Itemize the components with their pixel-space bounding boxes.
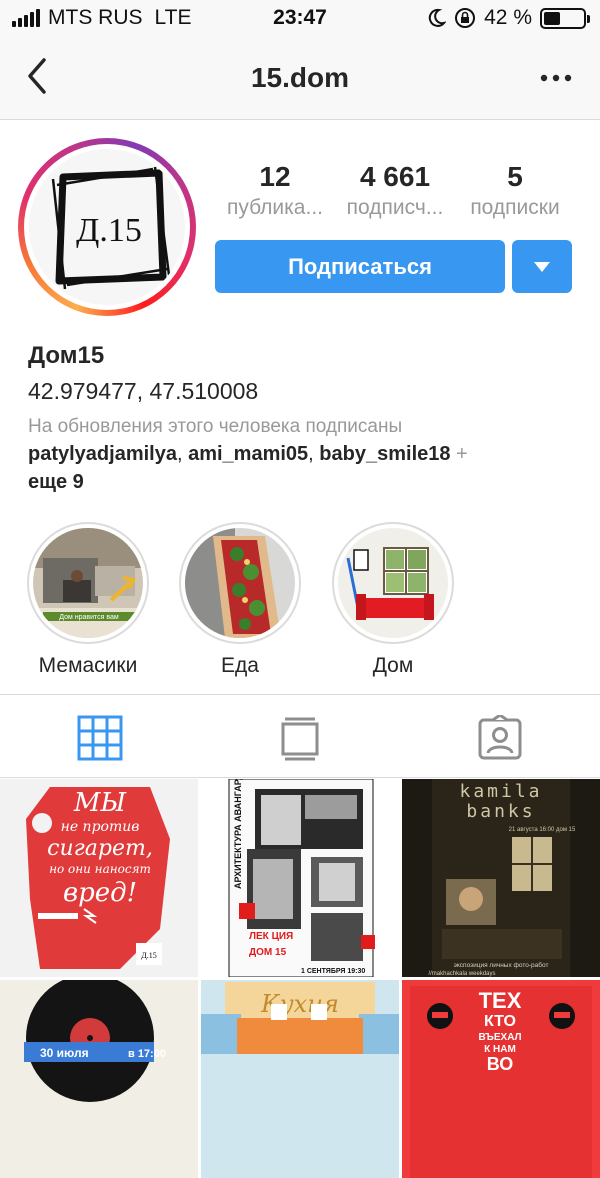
svg-text:ДОМ 15: ДОМ 15: [249, 947, 287, 958]
svg-text:в 17:00: в 17:00: [128, 1048, 166, 1060]
svg-text:21 августа 16:00 дом 15: 21 августа 16:00 дом 15: [509, 827, 576, 833]
svg-text:banks: banks: [466, 801, 535, 822]
highlight-home[interactable]: Дом: [328, 522, 458, 678]
story-highlights: Дом нравится вам Мемасики Еда Дом: [0, 522, 600, 682]
stat-following-label: подписки: [470, 196, 560, 219]
highlight-cover: [185, 528, 295, 638]
rotation-lock-icon: [455, 8, 476, 28]
status-right: 42 %: [426, 6, 590, 30]
caret-down-icon: [534, 261, 550, 272]
svg-text:ТЕХ: ТЕХ: [479, 988, 522, 1013]
post-thumbnail[interactable]: ТЕХ КТО ВЪЕХАЛ К НАМ ВО: [402, 980, 600, 1178]
highlight-ring: Дом нравится вам: [27, 522, 149, 644]
avatar-logo: Д.15: [29, 149, 185, 305]
post-thumbnail[interactable]: АРХИТЕКТУРА АВАНГАРДА ЛЕК ЦИЯ ДОМ 15 1 С…: [201, 779, 399, 977]
svg-text:1 СЕНТЯБРЯ 19:30: 1 СЕНТЯБРЯ 19:30: [301, 968, 365, 975]
svg-text:сигарет,: сигарет,: [47, 836, 153, 861]
svg-text:30 июля: 30 июля: [40, 1046, 89, 1060]
svg-text:kamila: kamila: [459, 781, 542, 802]
more-followers-link[interactable]: еще 9: [28, 471, 84, 493]
nav-bar: 15.dom: [0, 38, 600, 120]
svg-text:ВЪЕХАЛ: ВЪЕХАЛ: [478, 1032, 521, 1043]
svg-text:ВО: ВО: [487, 1054, 514, 1074]
svg-text:МЫ: МЫ: [73, 788, 127, 818]
svg-text:Д.15: Д.15: [141, 951, 156, 960]
avatar-text: Д.15: [76, 212, 142, 249]
stat-posts[interactable]: 12 публика...: [215, 160, 335, 222]
profile-stats: 12 публика... 4 661 подписч... 5 подписк…: [215, 160, 575, 222]
highlight-cover: Дом нравится вам: [33, 528, 143, 638]
profile-tabs: [0, 694, 600, 778]
followed-by-list: patylyadjamilya, ami_mami05, baby_smile1…: [28, 443, 468, 493]
stat-posts-label: публика...: [226, 196, 323, 219]
highlight-label: Мемасики: [38, 654, 138, 677]
feed-view-icon[interactable]: [277, 715, 323, 761]
svg-text:но они наносят: но они наносят: [49, 862, 151, 876]
stat-posts-value: 12: [259, 161, 291, 192]
follower-link[interactable]: patylyadjamilya: [28, 443, 177, 465]
moon-icon: [428, 8, 447, 27]
stat-followers[interactable]: 4 661 подписч...: [335, 160, 455, 222]
highlight-memes[interactable]: Дом нравится вам Мемасики: [23, 522, 153, 678]
battery-icon: [540, 7, 590, 29]
svg-text:ЛЕК ЦИЯ: ЛЕК ЦИЯ: [249, 931, 293, 942]
svg-text:экспозиция личных фото-работ: экспозиция личных фото-работ: [454, 961, 549, 969]
avatar[interactable]: Д.15: [29, 149, 185, 305]
highlight-caption: Дом нравится вам: [59, 614, 119, 621]
post-thumbnail[interactable]: Кухня: [201, 980, 399, 1178]
story-ring[interactable]: Д.15: [18, 138, 196, 316]
stat-followers-label: подписч...: [346, 196, 444, 219]
post-thumbnail[interactable]: 30 июля в 17:00: [0, 980, 198, 1178]
suggestions-dropdown-button[interactable]: [512, 240, 572, 293]
highlight-ring: [332, 522, 454, 644]
highlight-ring: [179, 522, 301, 644]
grid-view-icon[interactable]: [77, 715, 123, 761]
follower-link[interactable]: baby_smile18: [319, 443, 450, 465]
profile-name: Дом15: [28, 342, 105, 369]
posts-grid: МЫ не против сигарет, но они наносят вре…: [0, 779, 600, 1178]
stat-following[interactable]: 5 подписки: [455, 160, 575, 222]
status-bar: MTS RUS LTE 23:47 42 %: [0, 0, 600, 38]
more-options-icon[interactable]: [538, 64, 574, 92]
stat-followers-value: 4 661: [359, 161, 431, 192]
svg-text:не против: не против: [61, 819, 140, 835]
highlight-label: Дом: [372, 654, 414, 677]
svg-text:КТО: КТО: [484, 1013, 516, 1030]
svg-text:вред!: вред!: [63, 878, 137, 908]
highlight-label: Еда: [221, 654, 259, 677]
profile-coords: 42.979477, 47.510008: [28, 378, 259, 404]
bio: Дом15 42.979477, 47.510008 На обновления…: [28, 340, 580, 496]
battery-percent: 42 %: [484, 6, 532, 29]
post-thumbnail[interactable]: kamila banks 21 августа 16:00 дом 15 экс…: [402, 779, 600, 977]
stat-following-value: 5: [507, 161, 523, 192]
battery-fill: [544, 11, 560, 25]
highlight-food[interactable]: Еда: [175, 522, 305, 678]
page-title: 15.dom: [250, 62, 350, 93]
post-thumbnail[interactable]: МЫ не против сигарет, но они наносят вре…: [0, 779, 198, 977]
highlight-cover: [338, 528, 448, 638]
follow-button[interactable]: Подписаться: [215, 240, 505, 293]
svg-text://makhachkala weekdays: //makhachkala weekdays: [428, 971, 495, 977]
follower-link[interactable]: ami_mami05: [188, 443, 308, 465]
tagged-photos-icon[interactable]: [477, 715, 523, 761]
followed-by-label: На обновления этого человека подписаны: [28, 416, 403, 437]
svg-text:АРХИТЕКТУРА АВАНГАРДА: АРХИТЕКТУРА АВАНГАРДА: [233, 779, 243, 889]
